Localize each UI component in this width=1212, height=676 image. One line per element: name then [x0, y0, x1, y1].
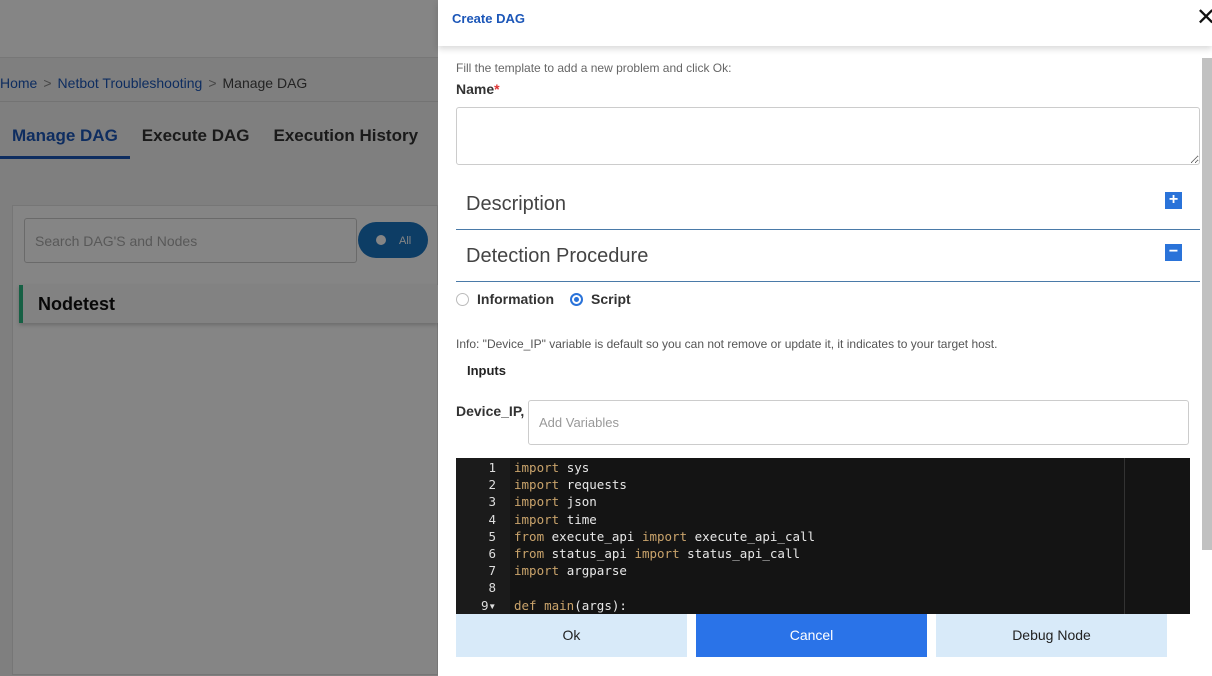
line-number: 6 — [488, 546, 496, 561]
scrollbar[interactable] — [1202, 58, 1212, 550]
keyword-token: import — [514, 460, 567, 475]
code-text: import sys — [514, 460, 589, 475]
description-section[interactable]: Description + — [456, 180, 1200, 230]
keyword-token: import — [634, 546, 688, 561]
keyword-token: import — [514, 563, 567, 579]
code-text: import json — [514, 494, 597, 509]
info-text: Info: "Device_IP" variable is default so… — [456, 337, 998, 351]
radio-circle-selected — [570, 292, 583, 306]
radio-circle — [456, 292, 469, 306]
code-text: import requests — [514, 477, 627, 492]
code-token: sys — [566, 460, 590, 475]
code-token: (args): — [574, 597, 627, 613]
device-ip-label: Device_IP, — [456, 403, 525, 419]
keyword-token: from — [514, 528, 552, 544]
line-number: 4 — [488, 511, 496, 527]
keyword-token: import — [514, 494, 567, 510]
line-number: 1 — [488, 460, 496, 475]
code-line[interactable]: 9▾ def main(args): — [456, 598, 1190, 614]
code-text: from status_api import status_api_call — [514, 546, 800, 561]
code-line[interactable]: 1 import sys — [456, 460, 1190, 477]
code-token: status_api — [551, 546, 635, 561]
radio-label: Information — [477, 291, 554, 307]
line-number: 7 — [488, 563, 496, 579]
modal-overlay[interactable] — [0, 0, 438, 676]
code-line[interactable]: 8 — [456, 580, 1190, 597]
plus-icon[interactable]: + — [1165, 192, 1182, 209]
code-line[interactable]: 4 import time — [456, 512, 1190, 529]
keyword-token: import — [514, 511, 567, 527]
keyword-token: import — [641, 528, 695, 544]
radio-information[interactable]: Information — [456, 291, 554, 307]
code-editor[interactable]: 1 import sys 2 import requests 3 import json 4… — [456, 458, 1190, 614]
minus-icon[interactable]: − — [1165, 244, 1182, 261]
code-line[interactable]: 7 import argparse — [456, 563, 1190, 580]
panel-title: Create DAG — [452, 11, 525, 26]
line-number: 5 — [488, 528, 496, 544]
code-token: execute_api — [551, 528, 642, 544]
detection-procedure-section[interactable]: Detection Procedure − — [456, 232, 1200, 282]
code-text: import argparse — [514, 563, 627, 578]
section-label: Detection Procedure — [466, 245, 649, 267]
name-label-text: Name — [456, 81, 495, 97]
code-line[interactable]: 2 import requests — [456, 477, 1190, 494]
code-text: def main(args): — [514, 598, 627, 613]
code-text: import time — [514, 512, 597, 527]
panel-header: Create DAG ✕ — [438, 0, 1212, 46]
add-variables-input[interactable]: Add Variables — [528, 400, 1189, 445]
code-token: time — [566, 511, 597, 527]
line-number: 2 — [488, 477, 496, 493]
line-number: 3 — [488, 494, 496, 510]
radio-label: Script — [591, 291, 631, 307]
code-token: execute_api_call — [694, 528, 816, 544]
hint-text: Fill the template to add a new problem a… — [456, 61, 732, 75]
create-dag-panel: Create DAG ✕ Fill the template to add a … — [438, 0, 1212, 676]
keyword-token: import — [514, 477, 567, 493]
radio-script[interactable]: Script — [570, 291, 631, 307]
cancel-button[interactable]: Cancel — [696, 614, 927, 657]
name-input[interactable] — [456, 107, 1200, 165]
debug-node-button[interactable]: Debug Node — [936, 614, 1167, 657]
code-line[interactable]: 3 import json — [456, 494, 1190, 511]
line-number: 9▾ — [480, 597, 496, 613]
code-token: status_api_call — [687, 546, 801, 561]
keyword-token: from — [514, 546, 552, 561]
name-label: Name* — [456, 81, 500, 97]
code-token: requests — [566, 477, 627, 493]
code-line[interactable]: 6 from status_api import status_api_call — [456, 546, 1190, 563]
procedure-type-radios: Information Script — [456, 291, 631, 307]
keyword-token: def — [514, 597, 545, 613]
line-number: 8 — [488, 580, 496, 596]
close-icon[interactable]: ✕ — [1196, 6, 1212, 30]
section-label: Description — [466, 193, 567, 215]
keyword-token: main — [544, 597, 575, 613]
code-token: json — [566, 494, 597, 510]
ok-button[interactable]: Ok — [456, 614, 687, 657]
code-text: from execute_api import execute_api_call — [514, 529, 815, 544]
inputs-heading: Inputs — [467, 363, 506, 378]
required-mark: * — [494, 81, 500, 97]
code-token: argparse — [566, 563, 627, 579]
code-line[interactable]: 5 from execute_api import execute_api_cal… — [456, 529, 1190, 546]
